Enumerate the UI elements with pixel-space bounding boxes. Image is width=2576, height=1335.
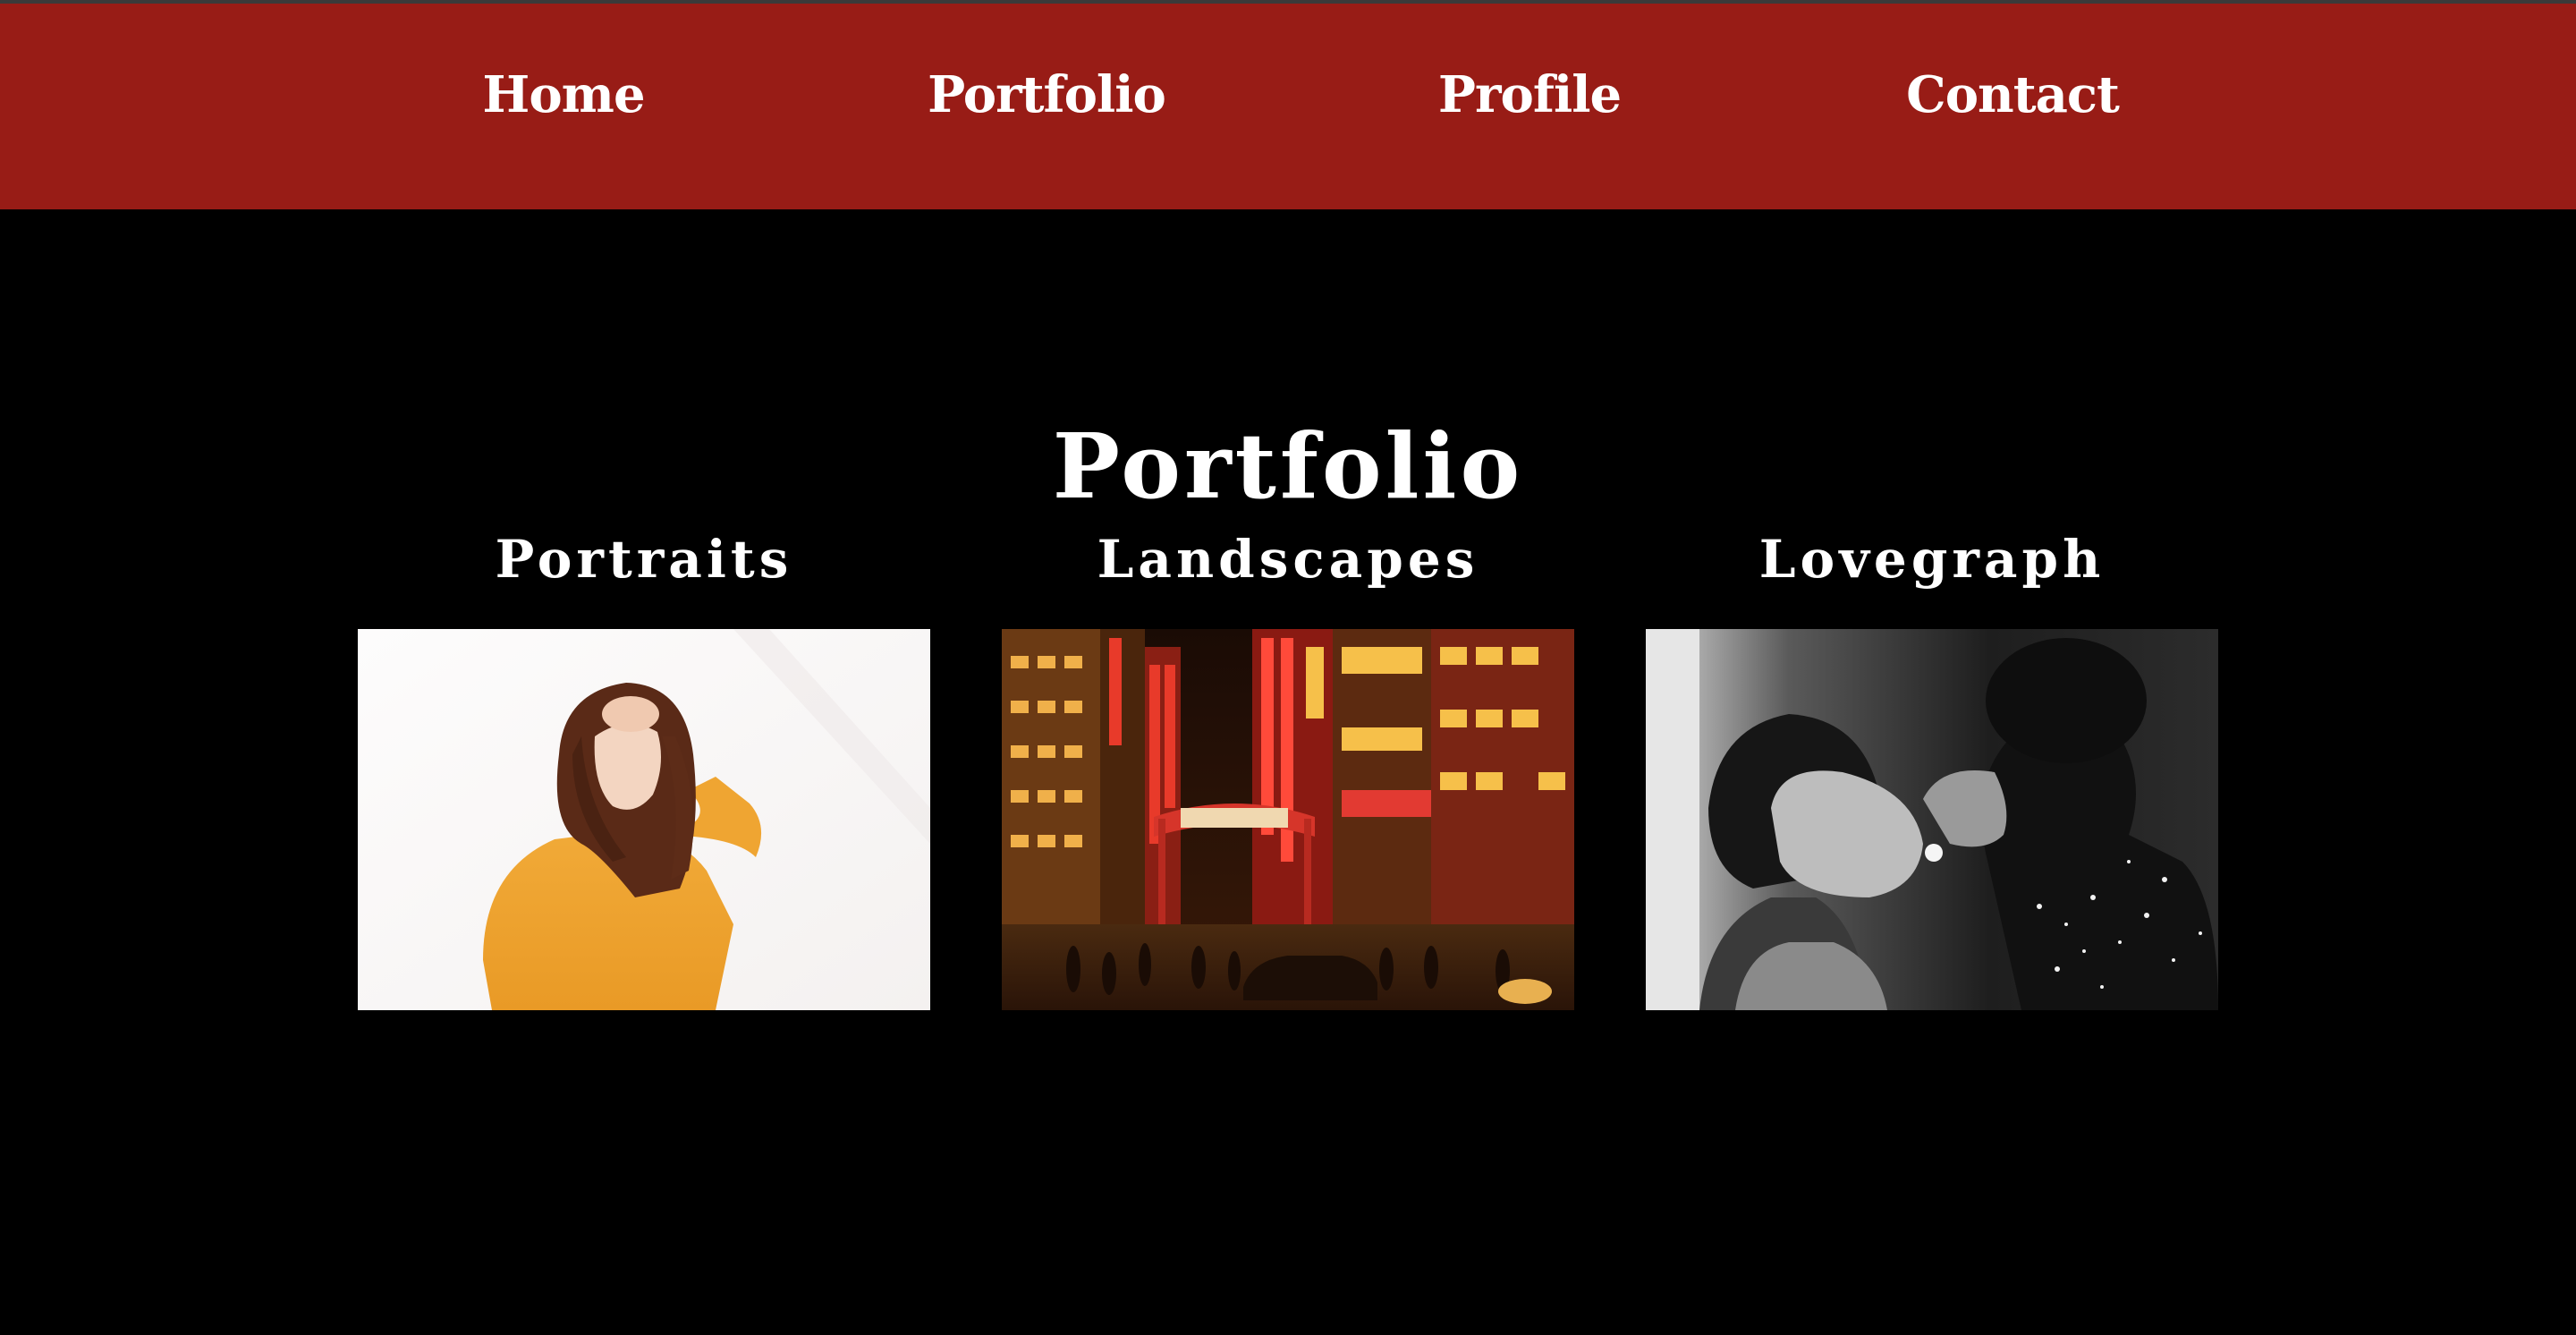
lovegraph-thumbnail-image[interactable] bbox=[1646, 629, 2218, 1010]
category-label-lovegraph: Lovegraph bbox=[1758, 529, 2106, 590]
nav-link-portfolio[interactable]: Portfolio bbox=[928, 70, 1166, 120]
nav-link-contact[interactable]: Contact bbox=[1906, 70, 2120, 120]
page-title: Portfolio bbox=[1052, 413, 1524, 519]
nav-link-home[interactable]: Home bbox=[482, 70, 645, 120]
nav-link-profile[interactable]: Profile bbox=[1438, 70, 1622, 120]
landscapes-thumbnail-image[interactable] bbox=[1002, 629, 1574, 1010]
portraits-thumbnail-image[interactable] bbox=[358, 629, 930, 1010]
top-navigation-bar: Home Portfolio Profile Contact bbox=[0, 4, 2576, 209]
category-label-landscapes: Landscapes bbox=[1097, 529, 1479, 590]
category-label-portraits: Portraits bbox=[495, 529, 793, 590]
